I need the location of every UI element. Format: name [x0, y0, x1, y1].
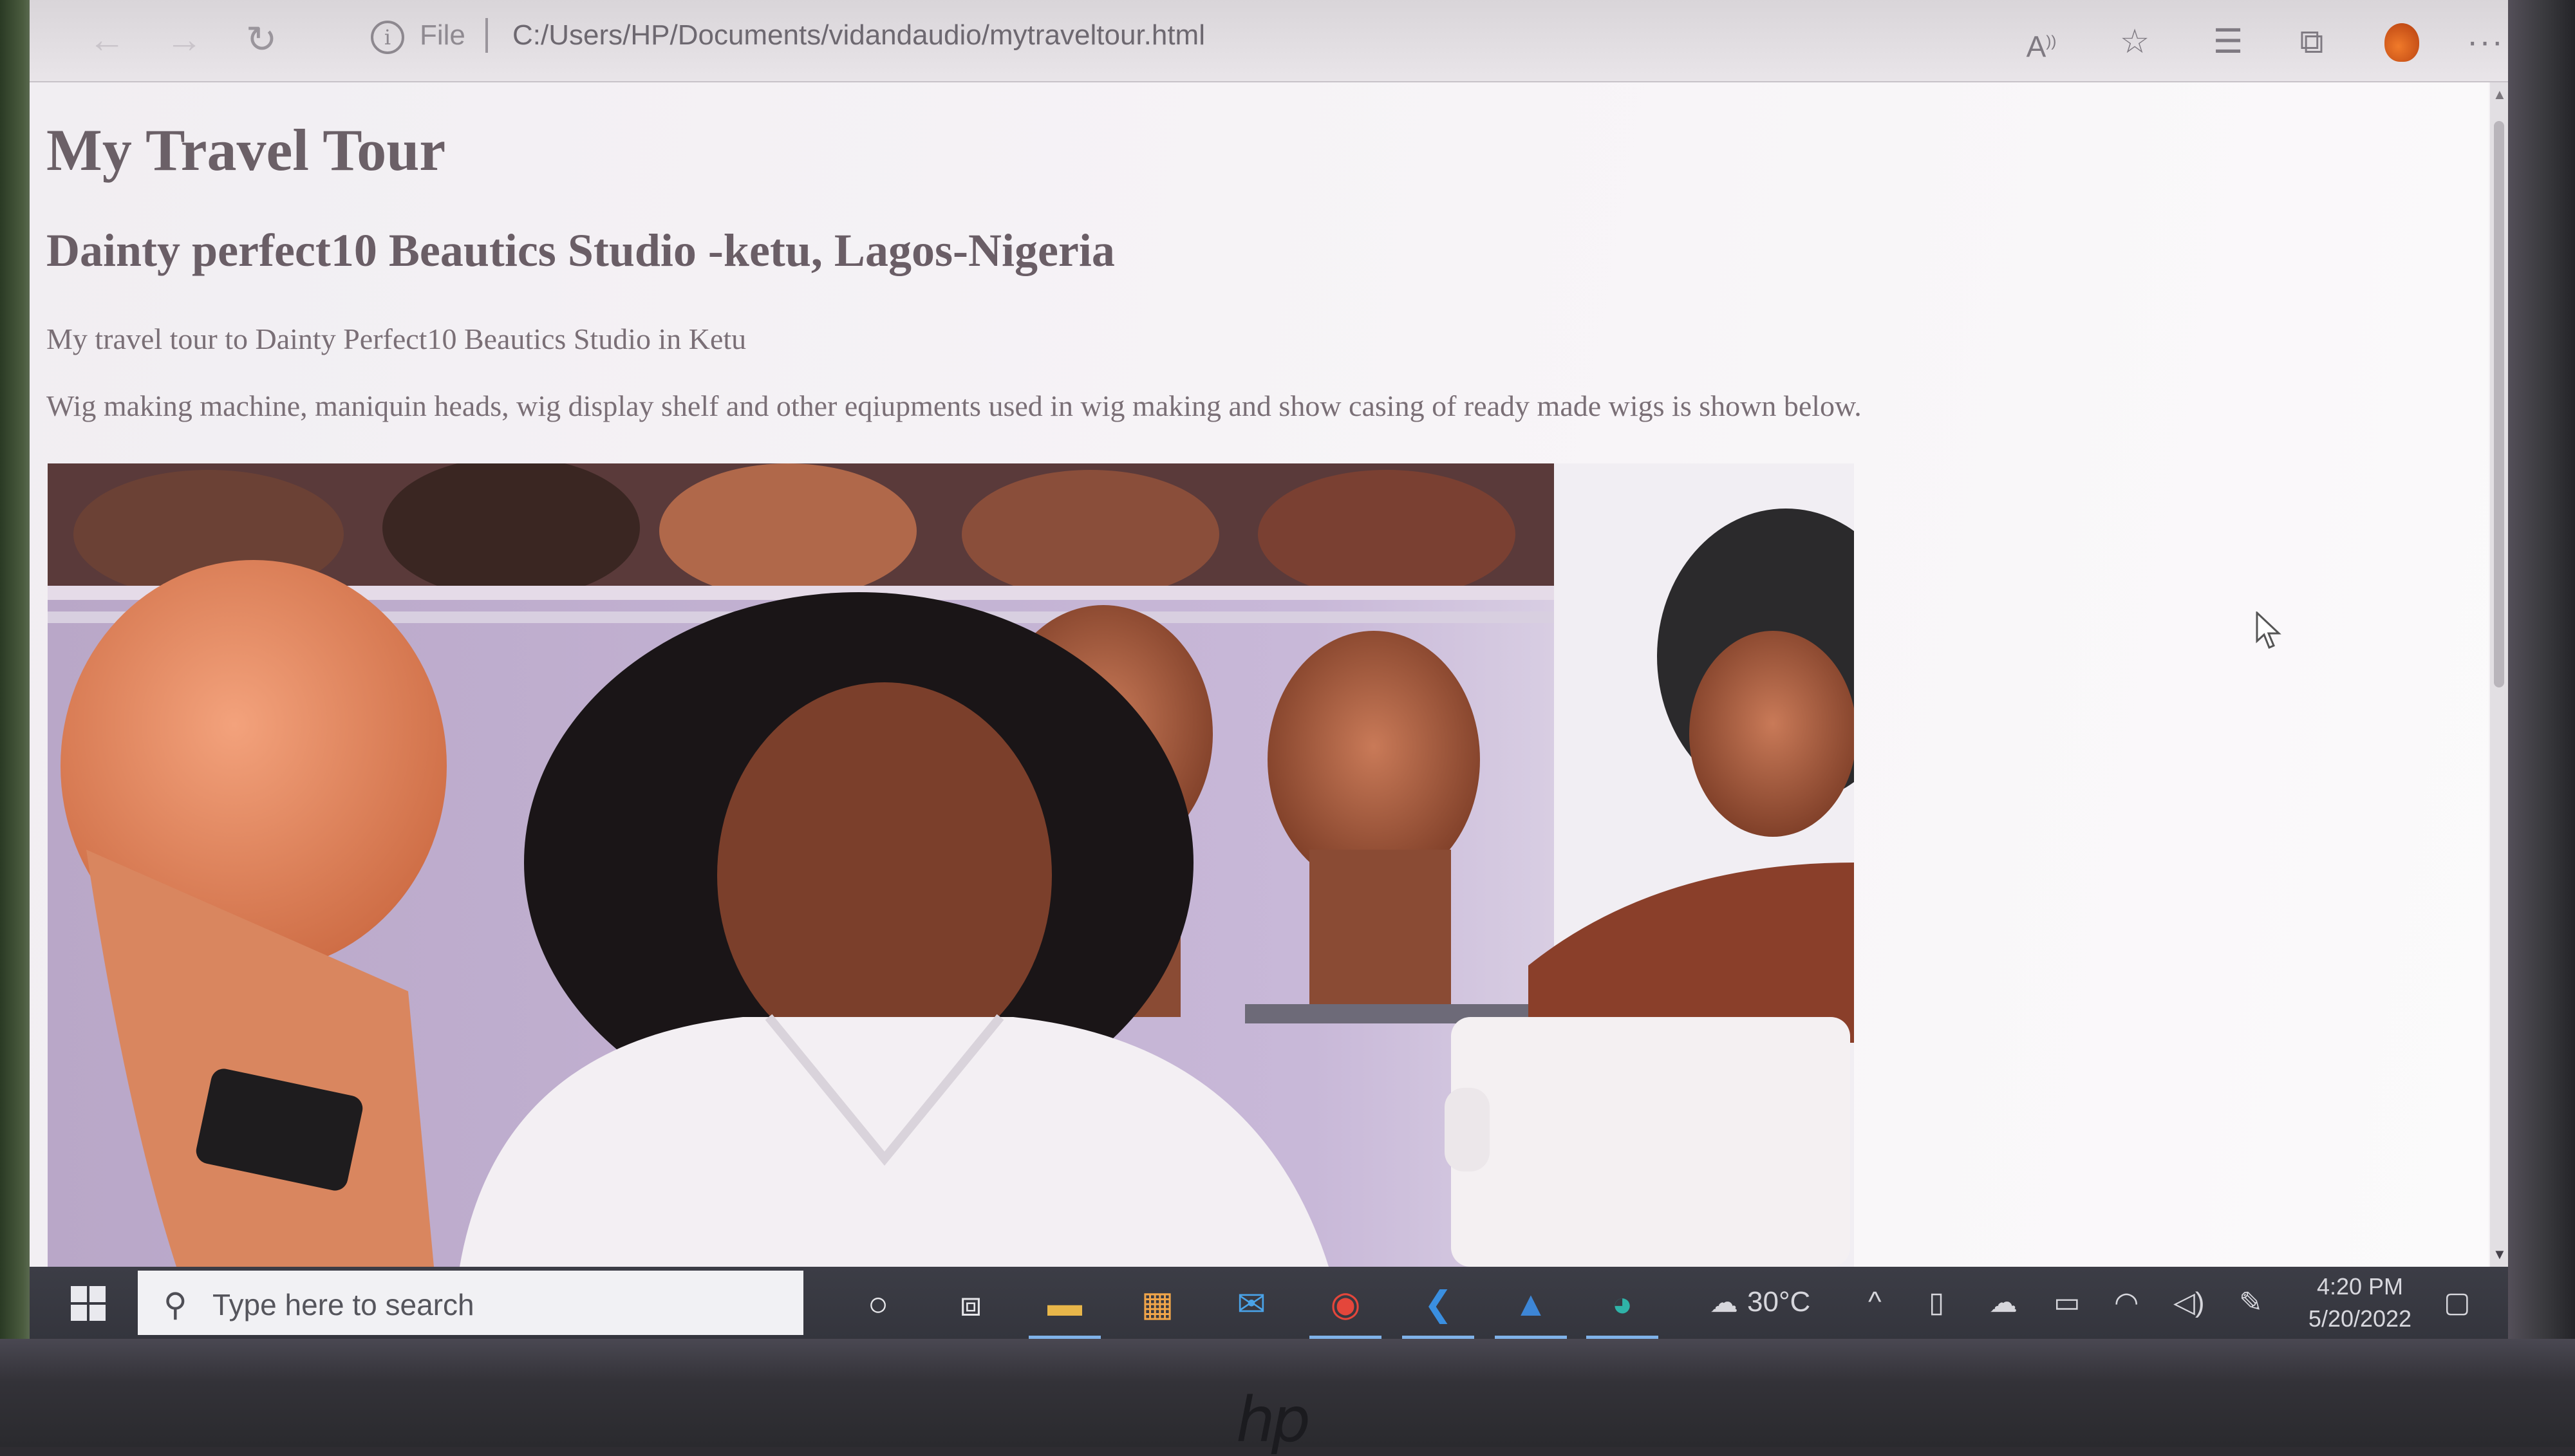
search-placeholder: Type here to search [212, 1288, 474, 1321]
onedrive-icon[interactable]: ☁ [1989, 1286, 2018, 1319]
browser-toolbar: ← → ↻ i File C:/Users/HP/Documents/vidan… [30, 0, 2508, 82]
search-icon: ⚲ [164, 1287, 187, 1323]
clock-time: 4:20 PM [2316, 1273, 2404, 1300]
page-subtitle: Dainty perfect10 Beautics Studio -ketu, … [46, 225, 1115, 276]
file-explorer-icon[interactable]: ▬ [1029, 1278, 1101, 1339]
scrollbar-thumb[interactable] [2494, 121, 2504, 687]
tray-expand-icon[interactable]: ^ [1868, 1286, 1882, 1318]
more-icon[interactable]: ··· [2463, 19, 2508, 64]
hp-logo-icon: hp [1236, 1384, 1311, 1456]
store-icon[interactable]: ▦ [1132, 1278, 1183, 1330]
windows-start-icon[interactable] [71, 1286, 107, 1322]
collections-icon[interactable]: ⧉ [2289, 19, 2334, 64]
favorite-add-icon[interactable]: ☆ [2112, 19, 2157, 64]
url-text[interactable]: C:/Users/HP/Documents/vidandaudio/mytrav… [512, 19, 1205, 51]
tray-device-icon[interactable]: ▯ [1929, 1286, 1944, 1319]
back-icon[interactable]: ← [81, 14, 133, 66]
vscode-icon[interactable]: ❮ [1402, 1278, 1474, 1339]
screen: ← → ↻ i File C:/Users/HP/Documents/vidan… [30, 0, 2508, 1339]
notifications-icon[interactable]: ▢ [2444, 1286, 2471, 1319]
pen-icon[interactable]: ✎ [2239, 1286, 2263, 1319]
studio-photo-illustration [48, 463, 1854, 1267]
scroll-up-arrow-icon[interactable]: ▲ [2493, 86, 2507, 103]
photos-icon[interactable]: ▲ [1495, 1278, 1567, 1339]
favorites-icon[interactable]: ☰ [2205, 19, 2251, 64]
page-content: My Travel Tour Dainty perfect10 Beautics… [30, 82, 2489, 1267]
info-icon[interactable]: i [371, 21, 404, 54]
cortana-icon[interactable]: ○ [852, 1278, 904, 1330]
weather-temperature[interactable]: 30°C [1747, 1286, 1810, 1318]
profile-icon[interactable] [2379, 19, 2424, 64]
task-view-icon[interactable]: ⧈ [945, 1278, 997, 1330]
read-aloud-icon[interactable]: A)) [2019, 19, 2064, 64]
windows-taskbar: ⚲ Type here to search ○ ⧈ ▬ ▦ ✉ ◉ ❮ ▲ ◕ … [30, 1267, 2508, 1339]
chrome-icon[interactable]: ◉ [1309, 1278, 1381, 1339]
address-bar[interactable]: i File C:/Users/HP/Documents/vidandaudio… [332, 13, 2006, 64]
mouse-cursor-icon [2256, 611, 2281, 649]
page-scrollbar[interactable]: ▲ ▼ [2490, 82, 2508, 1267]
wifi-icon[interactable]: ◠ [2114, 1286, 2139, 1319]
weather-icon[interactable]: ☁ [1710, 1286, 1738, 1319]
page-title: My Travel Tour [46, 117, 446, 183]
description-paragraph: Wig making machine, maniquin heads, wig … [46, 389, 1862, 422]
clock-date: 5/20/2022 [2308, 1305, 2412, 1332]
battery-icon[interactable]: ▭ [2054, 1286, 2081, 1319]
edge-icon[interactable]: ◕ [1586, 1278, 1658, 1339]
intro-paragraph: My travel tour to Dainty Perfect10 Beaut… [46, 322, 747, 355]
protocol-label: File [420, 19, 465, 51]
refresh-icon[interactable]: ↻ [236, 14, 287, 66]
taskbar-clock[interactable]: 4:20 PM 5/20/2022 [2283, 1271, 2437, 1335]
studio-photo [48, 463, 1854, 1267]
forward-icon[interactable]: → [158, 14, 210, 66]
taskbar-search-input[interactable]: ⚲ Type here to search [138, 1271, 803, 1335]
mail-icon[interactable]: ✉ [1226, 1278, 1277, 1330]
scroll-down-arrow-icon[interactable]: ▼ [2493, 1246, 2507, 1263]
volume-icon[interactable]: ◁) [2173, 1286, 2205, 1319]
address-separator [485, 18, 488, 53]
monitor-bezel-right [2498, 0, 2575, 1447]
